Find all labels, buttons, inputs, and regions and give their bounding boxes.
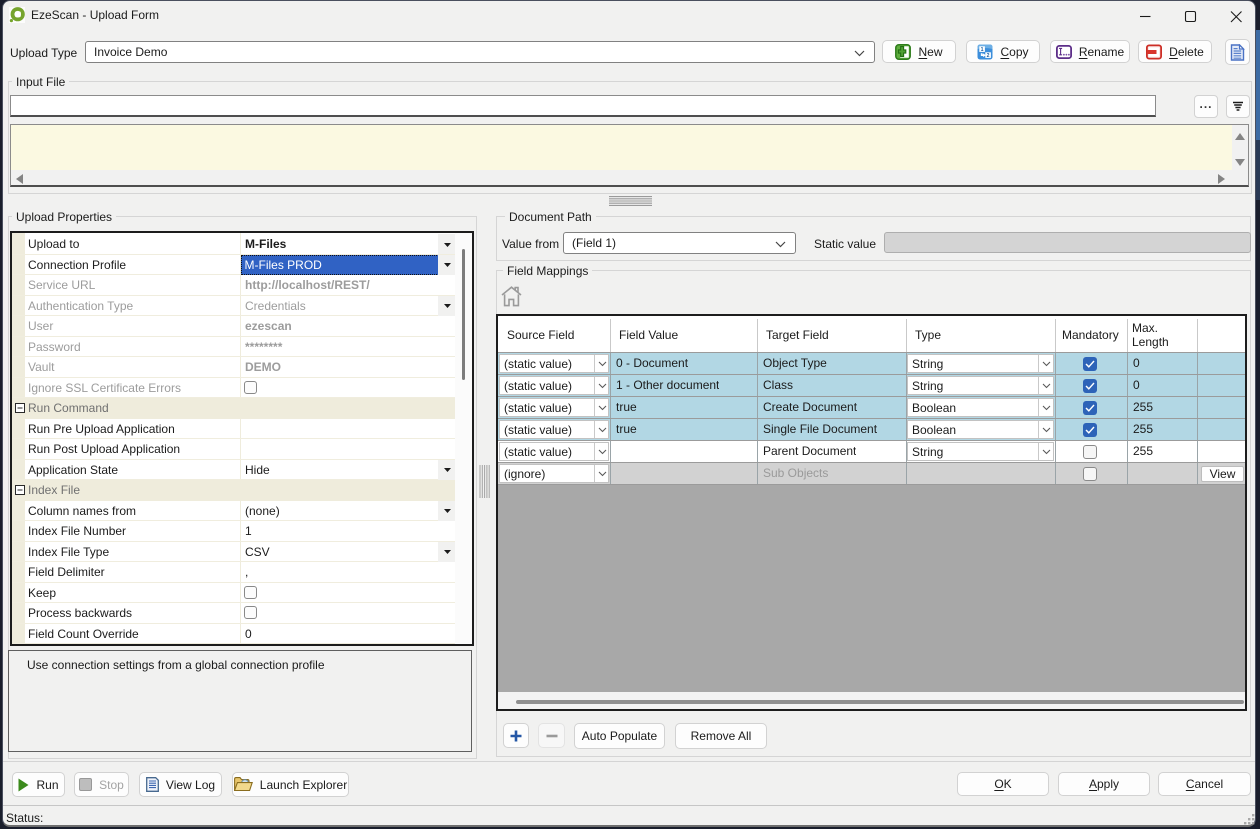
svg-text:2: 2 [987,53,990,59]
svg-text:1: 1 [981,47,984,53]
